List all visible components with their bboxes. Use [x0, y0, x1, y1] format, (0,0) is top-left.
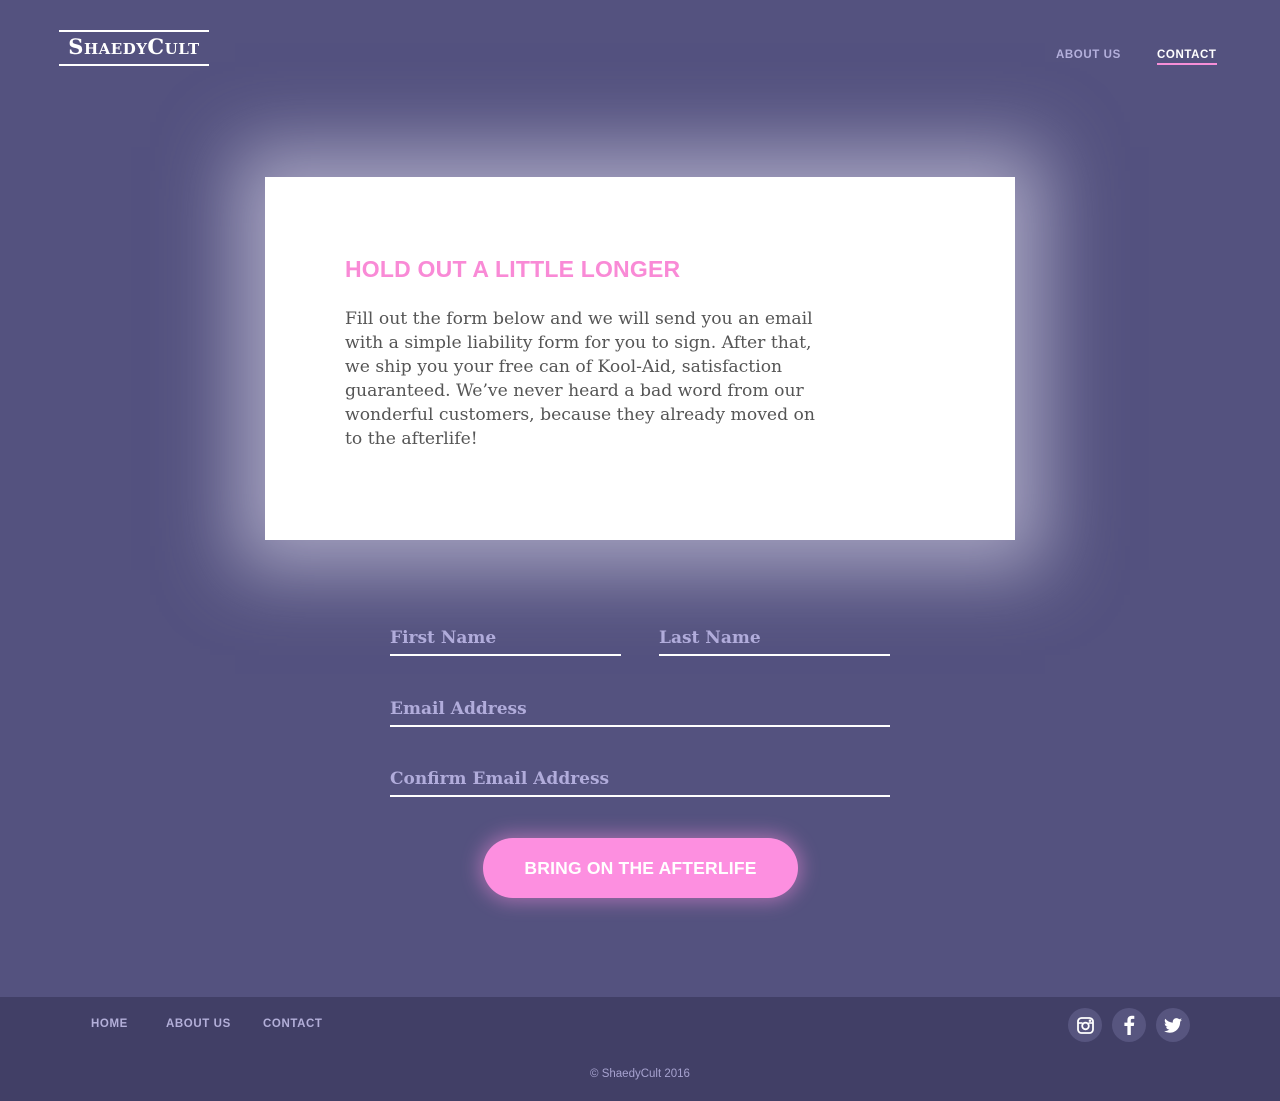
- instagram-icon: [1076, 1016, 1094, 1034]
- top-nav: ABOUT US CONTACT: [0, 47, 1280, 67]
- first-name-input[interactable]: [390, 622, 621, 656]
- footer-contact-link[interactable]: CONTACT: [263, 1017, 323, 1031]
- card-description: Fill out the form below and we will send…: [345, 309, 815, 449]
- instagram-button[interactable]: [1068, 1008, 1102, 1042]
- submit-button[interactable]: BRING ON THE AFTERLIFE: [483, 838, 798, 898]
- facebook-button[interactable]: [1112, 1008, 1146, 1042]
- footer-home-link[interactable]: HOME: [91, 1017, 128, 1031]
- footer-about-link[interactable]: ABOUT US: [166, 1017, 231, 1031]
- copyright-text: © ShaedyCult 2016: [590, 1068, 690, 1080]
- confirm-email-input[interactable]: [390, 763, 890, 797]
- card-title: HOLD OUT A LITTLE LONGER: [345, 256, 681, 282]
- facebook-icon: [1124, 1015, 1135, 1035]
- last-name-input[interactable]: [659, 622, 890, 656]
- twitter-button[interactable]: [1156, 1008, 1190, 1042]
- site-footer: HOME ABOUT US CONTACT © ShaedyCult 2016: [0, 997, 1280, 1101]
- twitter-icon: [1164, 1017, 1182, 1033]
- nav-contact-link[interactable]: CONTACT: [1157, 47, 1217, 65]
- nav-about-link[interactable]: ABOUT US: [1056, 47, 1121, 63]
- email-input[interactable]: [390, 693, 890, 727]
- intro-card: HOLD OUT A LITTLE LONGER Fill out the fo…: [265, 177, 1015, 540]
